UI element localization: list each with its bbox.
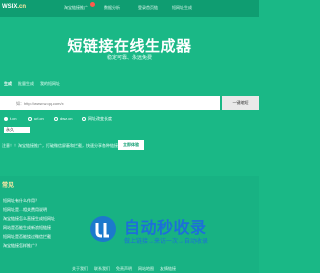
radio-label-urlcn: url.cn [34,116,44,121]
radio-label-tcn: t.cn [10,116,17,121]
tab-generate[interactable]: 生成 [4,81,12,87]
footer-link-disclaimer[interactable]: 免责声明 [116,266,132,272]
radio-label-length: 网址改变长度 [88,116,112,121]
tab-batch[interactable]: 批量生成 [18,81,34,87]
watermark-overlay: 自动秒收录 做上链接→来访一次→自动收录 [88,212,258,252]
radio-dwzcn[interactable] [54,117,58,121]
watermark-logo-icon [90,216,116,242]
logo-text: WSIX [2,4,18,10]
long-url-input[interactable] [0,96,220,110]
radio-urlcn[interactable] [28,117,32,121]
faq-link[interactable]: 网站是否能生成新浪短链接 [3,225,51,231]
notice-text: 注意！！淘宝链接推广，打破微信屏蔽和拦截，快速分享各种链接 [2,143,118,148]
footer-link-sitemap[interactable]: 网站地图 [138,266,154,272]
expiry-select[interactable]: 永久 [4,127,30,133]
nav-item-login[interactable]: 登录首页链 [138,5,158,11]
page-subtitle: 稳定可靠、永远免费 [106,55,152,61]
radio-label-dwzcn: dwz.cn [60,116,73,121]
nav-item-taobao[interactable]: 淘宝链接推广 [64,5,88,11]
notice-bar: 注意！！淘宝链接推广，打破微信屏蔽和拦截，快速分享各种链接 立即体验 [0,140,259,152]
tab-bar: 生成 批量生成 我的短网址 [0,79,259,89]
faq-link[interactable]: 淘宝链接怎么直接生成短网址 [3,216,55,222]
watermark-title: 自动秒收录 [124,220,207,237]
radio-tcn[interactable] [4,117,8,121]
shorten-button[interactable]: 一键缩短 [222,96,259,110]
footer-link-contact[interactable]: 联系我们 [94,266,110,272]
watermark-subtitle: 做上链接→来访一次→自动收录 [124,239,209,245]
faq-title: 常见 [2,183,15,189]
nav-item-analytics[interactable]: 数据分析 [104,5,120,11]
site-logo[interactable]: WSIX.cn [2,4,26,10]
radio-length[interactable] [82,117,86,121]
new-badge [90,2,95,7]
page-title: 短链接在线生成器 [67,38,192,55]
footer-link-about[interactable]: 关于我们 [72,266,88,272]
faq-link[interactable]: 短网址是…相关费用说明 [3,207,47,213]
try-now-button[interactable]: 立即体验 [118,140,144,150]
nav-item-short-url[interactable]: 短网址生成 [172,5,192,11]
faq-link[interactable]: 短网址有什么作用？ [3,198,39,204]
domain-options: t.cn url.cn dwz.cn 网址改变长度 [0,116,259,124]
tab-my-urls[interactable]: 我的短网址 [40,81,60,87]
faq-link[interactable]: 短网址是否能绕过微信拦截 [3,234,51,240]
footer-link-friends[interactable]: 友情链接 [160,266,176,272]
top-nav: WSIX.cn 淘宝链接推广 数据分析 登录首页链 短网址生成 [0,0,259,17]
logo-domain: .cn [17,4,27,10]
faq-link[interactable]: 淘宝链接怎样推广？ [3,243,39,249]
url-form: 一键缩短 [0,96,259,110]
